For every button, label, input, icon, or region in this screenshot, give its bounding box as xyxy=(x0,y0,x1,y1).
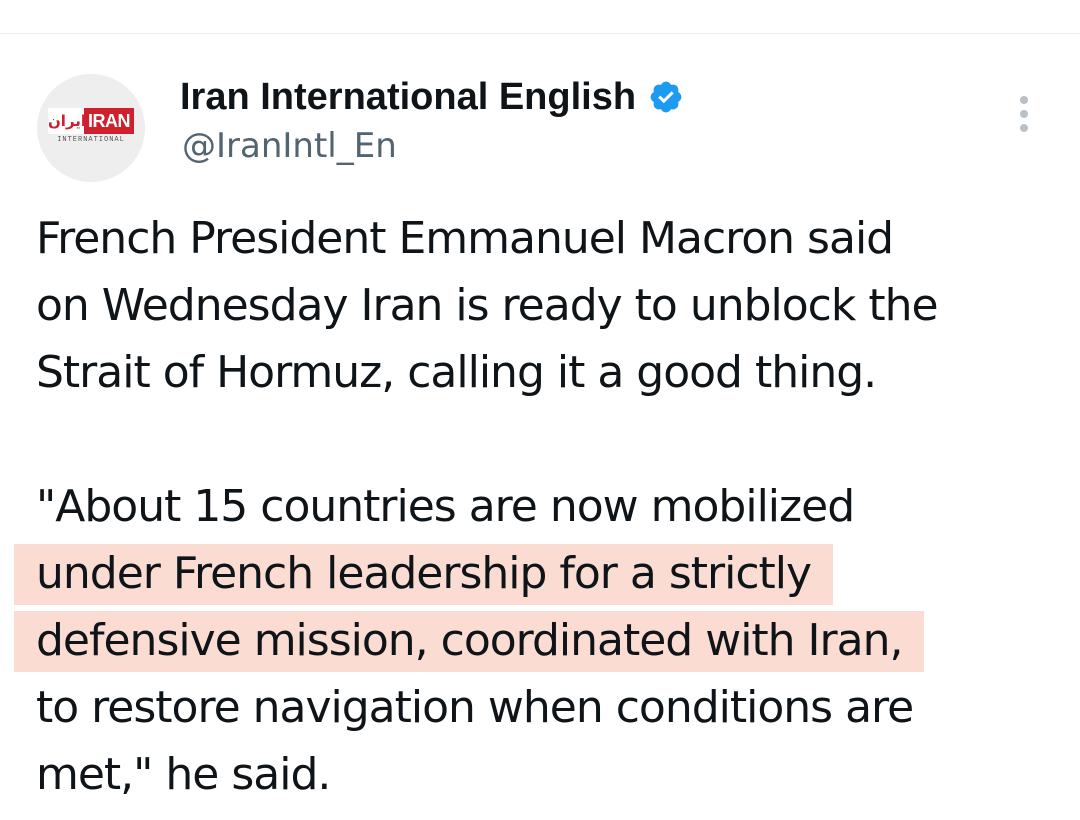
tweet-text-line-highlighted: under French leadership for a strictly xyxy=(14,540,1056,607)
tweet-text-line: met," he said. xyxy=(36,749,331,800)
tweet-text-line: Strait of Hormuz, calling it a good thin… xyxy=(36,347,877,398)
more-options-icon xyxy=(1020,96,1028,104)
logo-farsi-text: ایران xyxy=(48,108,86,134)
logo-english-text: IRAN xyxy=(84,108,134,134)
author-name-row[interactable]: Iran International English xyxy=(180,74,684,120)
tweet-text-line-highlighted: defensive mission, coordinated with Iran… xyxy=(14,607,1056,674)
logo-subtitle: INTERNATIONAL xyxy=(57,136,125,144)
author-handle[interactable]: @IranIntl_En xyxy=(182,124,397,168)
verified-badge-icon xyxy=(650,81,682,113)
tweet-text-line: French President Emmanuel Macron said xyxy=(36,213,894,264)
more-options-icon-dot xyxy=(1020,124,1028,132)
avatar[interactable]: ایران IRAN INTERNATIONAL xyxy=(37,74,145,182)
more-options-button[interactable] xyxy=(1008,92,1040,136)
tweet-text: French President Emmanuel Macron said on… xyxy=(14,205,1056,808)
tweet-text-line: "About 15 countries are now mobilized xyxy=(36,481,855,532)
tweet-text-line: on Wednesday Iran is ready to unblock th… xyxy=(36,280,939,331)
more-options-icon-dot xyxy=(1020,110,1028,118)
text-highlight: defensive mission, coordinated with Iran… xyxy=(14,611,925,672)
tweet-text-line: to restore navigation when conditions ar… xyxy=(36,682,914,733)
author-display-name[interactable]: Iran International English xyxy=(180,74,636,120)
top-divider xyxy=(0,33,1080,34)
iran-international-logo: ایران IRAN xyxy=(48,108,134,134)
text-highlight: under French leadership for a strictly xyxy=(14,544,834,605)
